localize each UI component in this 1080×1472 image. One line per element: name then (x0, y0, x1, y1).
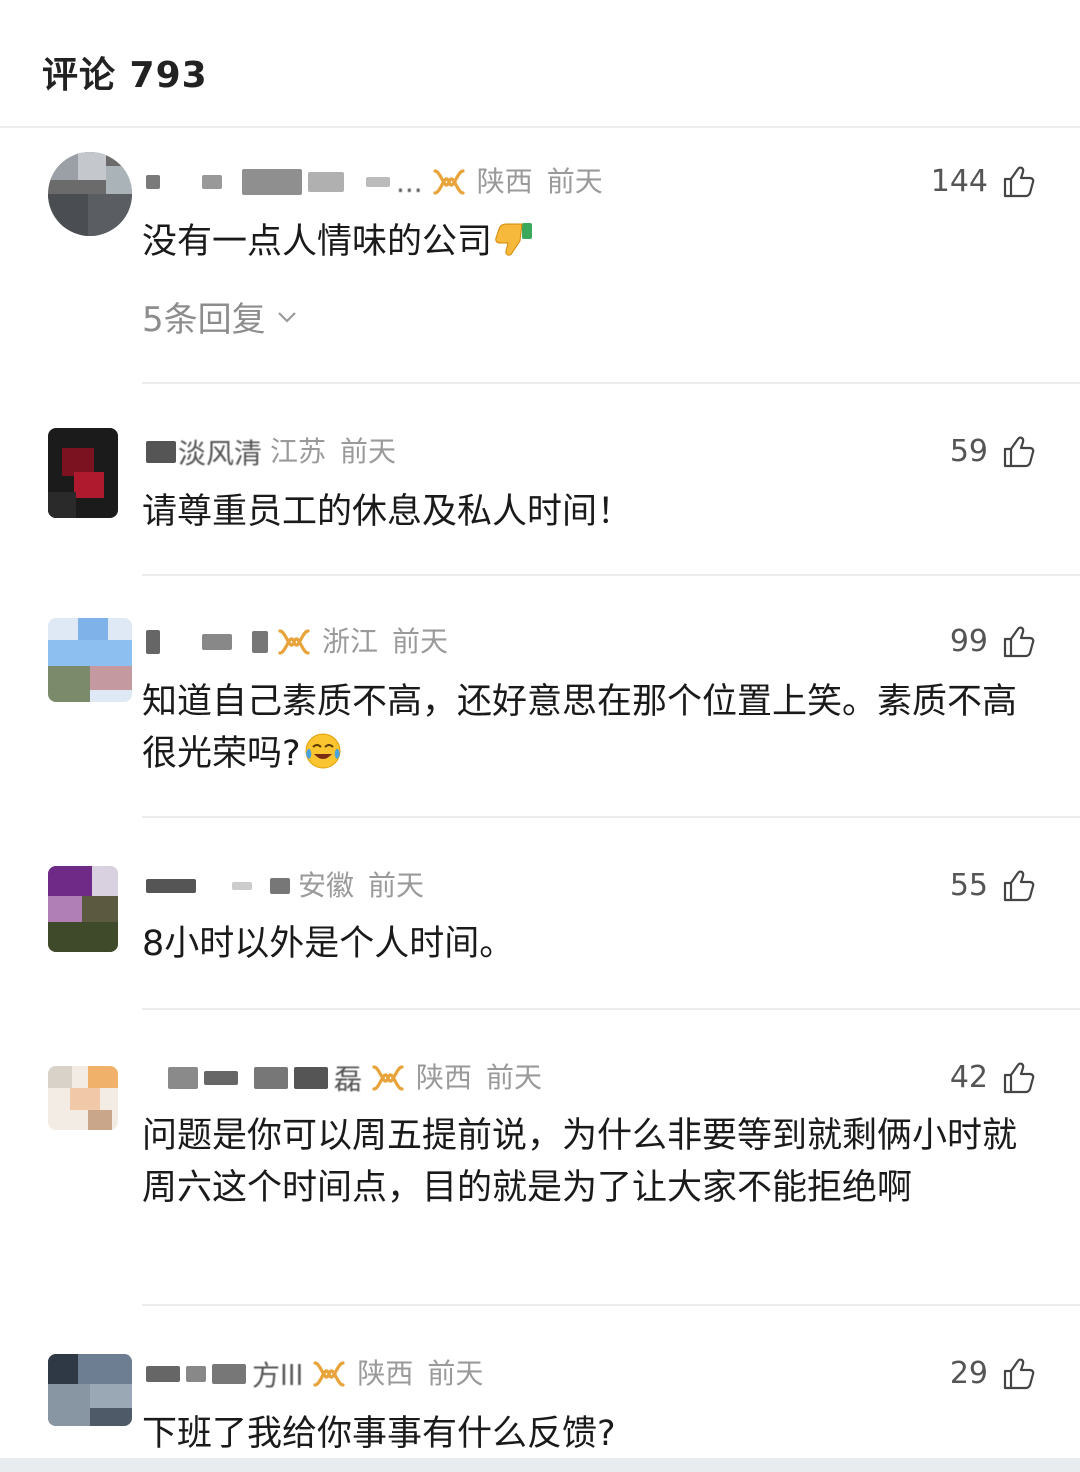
comment-text: 下班了我给你事事有什么反馈? (142, 1414, 616, 1454)
comment-meta: 淡风清 江苏 前天 (146, 430, 410, 474)
comment-text: 问题是你可以周五提前说，为什么非要等到就剩俩小时就周六这个时间点，目的就是为了让… (142, 1116, 1018, 1208)
user-name-tail: 淡风清 (178, 437, 263, 470)
avatar[interactable] (48, 618, 132, 702)
like-button[interactable]: 42 (950, 1056, 1036, 1100)
thumbs-up-icon (1003, 870, 1035, 902)
thumbs-down-emoji (495, 223, 533, 256)
comment-time: 前天 (546, 165, 603, 198)
divider (142, 1304, 1080, 1306)
like-button[interactable]: 29 (950, 1352, 1036, 1396)
user-name-tail: 磊 (334, 1063, 363, 1096)
avatar[interactable] (48, 1354, 132, 1426)
user-name-blurred[interactable]: 磊 (146, 1058, 362, 1098)
user-location: 江苏 (270, 435, 327, 468)
like-count: 144 (930, 164, 988, 199)
user-location: 陕西 (416, 1061, 473, 1094)
comment-time: 前天 (486, 1061, 543, 1094)
vip-badge-icon (278, 629, 310, 655)
vip-badge-icon (313, 1361, 345, 1387)
like-button[interactable]: 99 (950, 620, 1036, 664)
user-name-blurred[interactable] (146, 878, 290, 894)
avatar[interactable] (48, 428, 118, 518)
user-location: 浙江 (322, 625, 379, 658)
thumbs-up-icon (1003, 1358, 1035, 1390)
view-replies-button[interactable]: 5条回复 (142, 292, 298, 341)
user-location: 陕西 (476, 165, 533, 198)
comment-time: 前天 (368, 869, 425, 902)
comment-meta: ... 陕西 前天 (146, 160, 617, 204)
thumbs-up-icon (1003, 436, 1035, 468)
comment-meta: 磊 陕西 前天 (146, 1056, 556, 1100)
bottom-edge (0, 1458, 1080, 1472)
vip-badge-icon (372, 1065, 404, 1091)
avatar[interactable] (48, 1066, 118, 1130)
comment-meta: 方lll 陕西 前天 (146, 1352, 497, 1396)
like-button[interactable]: 144 (931, 160, 1036, 204)
comment-time: 前天 (427, 1357, 484, 1390)
replies-count: 5条回复 (142, 300, 266, 340)
chevron-down-icon (277, 311, 296, 323)
user-name-blurred[interactable]: 方lll (146, 1354, 303, 1394)
user-location: 陕西 (357, 1357, 414, 1390)
like-count: 99 (949, 624, 988, 659)
divider (142, 1008, 1080, 1010)
like-count: 59 (949, 434, 988, 469)
comment-time: 前天 (392, 625, 449, 658)
user-name-blurred[interactable]: 淡风清 (146, 432, 262, 472)
comments-count-title: 评论 793 (42, 55, 208, 96)
comment-text: 8小时以外是个人时间。 (142, 924, 515, 964)
thumbs-up-icon (1003, 1062, 1035, 1094)
divider (142, 816, 1080, 818)
comment-text: 请尊重员工的休息及私人时间！ (142, 492, 633, 532)
like-button[interactable]: 55 (950, 864, 1036, 908)
comment-time: 前天 (340, 435, 397, 468)
laughing-crying-emoji (305, 733, 341, 769)
thumbs-up-icon (1003, 626, 1035, 658)
like-count: 42 (949, 1060, 988, 1095)
user-name-tail: ... (396, 165, 423, 199)
thumbs-up-icon (1003, 166, 1035, 198)
like-button[interactable]: 59 (950, 430, 1036, 474)
user-location: 安徽 (298, 869, 355, 902)
comment-text: 没有一点人情味的公司 (142, 216, 1032, 268)
divider (142, 574, 1080, 576)
comments-header: 评论 793 (0, 0, 1080, 128)
divider (142, 382, 1080, 384)
user-name-tail: 方lll (252, 1359, 304, 1392)
avatar[interactable] (48, 866, 118, 952)
vip-badge-icon (433, 169, 465, 195)
user-name-blurred[interactable]: ... (146, 166, 423, 199)
user-name-blurred[interactable] (146, 630, 268, 654)
comment-meta: 安徽 前天 (146, 864, 438, 908)
like-count: 55 (949, 868, 988, 903)
like-count: 29 (949, 1356, 988, 1391)
comment-meta: 浙江 前天 (146, 620, 462, 664)
comment-text: 知道自己素质不高，还好意思在那个位置上笑。素质不高很光荣吗? (142, 682, 1018, 774)
avatar[interactable] (48, 152, 132, 236)
